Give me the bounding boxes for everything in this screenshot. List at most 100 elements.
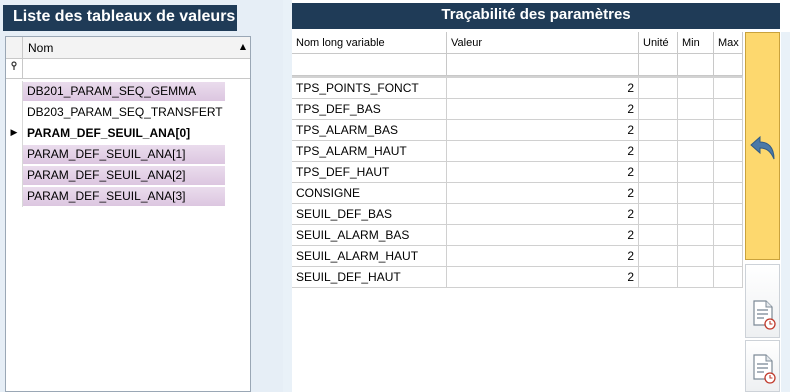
table-row[interactable]: SEUIL_DEF_HAUT 2 bbox=[292, 267, 743, 288]
table-row[interactable]: SEUIL_ALARM_BAS 2 bbox=[292, 225, 743, 246]
cell-min bbox=[678, 162, 714, 183]
cell-value[interactable]: 2 bbox=[447, 141, 639, 162]
list-item[interactable]: PARAM_DEF_SEUIL_ANA[2] bbox=[6, 165, 250, 186]
cell-name: TPS_DEF_BAS bbox=[292, 99, 447, 120]
filter-cell-min[interactable] bbox=[678, 54, 714, 76]
cell-value[interactable]: 2 bbox=[447, 162, 639, 183]
filter-cell-unit[interactable] bbox=[639, 54, 678, 76]
values-table-list-panel: Liste des tableaux de valeurs Nom ▲ DB20… bbox=[0, 0, 283, 392]
list-item[interactable]: PARAM_DEF_SEUIL_ANA[3] bbox=[6, 186, 250, 207]
cell-unit bbox=[639, 246, 678, 267]
cell-name: TPS_ALARM_BAS bbox=[292, 120, 447, 141]
grid-column-header: Nom ▲ bbox=[6, 37, 250, 59]
cell-value[interactable]: 2 bbox=[447, 78, 639, 99]
cell-min bbox=[678, 120, 714, 141]
cell-value[interactable]: 2 bbox=[447, 246, 639, 267]
filter-cell-max[interactable] bbox=[714, 54, 743, 76]
cell-unit bbox=[639, 225, 678, 246]
table-row[interactable]: SEUIL_ALARM_HAUT 2 bbox=[292, 246, 743, 267]
sort-ascending-icon[interactable]: ▲ bbox=[240, 42, 246, 51]
cell-name: TPS_ALARM_HAUT bbox=[292, 141, 447, 162]
cell-value[interactable]: 2 bbox=[447, 99, 639, 120]
list-item[interactable]: PARAM_DEF_SEUIL_ANA[1] bbox=[6, 144, 250, 165]
cell-value[interactable]: 2 bbox=[447, 183, 639, 204]
cell-name: SEUIL_DEF_BAS bbox=[292, 204, 447, 225]
column-header-name[interactable]: Nom long variable bbox=[292, 32, 447, 54]
cell-min bbox=[678, 204, 714, 225]
list-item-label: PARAM_DEF_SEUIL_ANA[1] bbox=[23, 145, 225, 164]
list-item[interactable]: DB203_PARAM_SEQ_TRANSFERT bbox=[6, 102, 250, 123]
cell-max bbox=[714, 246, 743, 267]
parameter-traceability-panel: Traçabilité des paramètres Nom long vari… bbox=[292, 0, 790, 392]
row-pointer-icon: ▶ bbox=[6, 123, 23, 144]
right-panel-title: Traçabilité des paramètres bbox=[292, 3, 780, 29]
left-panel-title: Liste des tableaux de valeurs bbox=[3, 5, 237, 31]
column-header-max[interactable]: Max bbox=[714, 32, 743, 54]
cell-max bbox=[714, 141, 743, 162]
cell-max bbox=[714, 225, 743, 246]
cell-unit bbox=[639, 204, 678, 225]
list-item-selected[interactable]: ▶ PARAM_DEF_SEUIL_ANA[0] bbox=[6, 123, 250, 144]
cell-max bbox=[714, 183, 743, 204]
history-button-2[interactable] bbox=[745, 340, 780, 392]
list-item[interactable]: DB201_PARAM_SEQ_GEMMA bbox=[6, 81, 250, 102]
table-row[interactable]: SEUIL_DEF_BAS 2 bbox=[292, 204, 743, 225]
cell-unit bbox=[639, 120, 678, 141]
filter-cell-name[interactable] bbox=[292, 54, 447, 76]
grid-filter-row[interactable] bbox=[6, 59, 250, 79]
values-table-grid[interactable]: Nom ▲ DB201_PARAM_SEQ_GEMMA DB203_PARAM_… bbox=[5, 36, 251, 392]
cell-unit bbox=[639, 267, 678, 288]
column-header-unit[interactable]: Unité bbox=[639, 32, 678, 54]
window-edge bbox=[781, 32, 790, 392]
list-item-label: PARAM_DEF_SEUIL_ANA[3] bbox=[23, 187, 225, 206]
cell-max bbox=[714, 204, 743, 225]
table-row[interactable]: TPS_ALARM_HAUT 2 bbox=[292, 141, 743, 162]
column-header-value[interactable]: Valeur bbox=[447, 32, 639, 54]
column-header-name[interactable]: Nom bbox=[28, 41, 53, 55]
cell-min bbox=[678, 141, 714, 162]
cell-value[interactable]: 2 bbox=[447, 120, 639, 141]
cell-min bbox=[678, 183, 714, 204]
cell-min bbox=[678, 225, 714, 246]
cell-name: TPS_POINTS_FONCT bbox=[292, 78, 447, 99]
column-header-min[interactable]: Min bbox=[678, 32, 714, 54]
cell-unit bbox=[639, 78, 678, 99]
table-row[interactable]: TPS_ALARM_BAS 2 bbox=[292, 120, 743, 141]
cell-name: SEUIL_DEF_HAUT bbox=[292, 267, 447, 288]
list-item-label: DB201_PARAM_SEQ_GEMMA bbox=[23, 82, 225, 101]
list-item-label: PARAM_DEF_SEUIL_ANA[0] bbox=[27, 126, 191, 140]
cell-value[interactable]: 2 bbox=[447, 204, 639, 225]
panel-splitter[interactable] bbox=[283, 0, 292, 392]
cell-name: TPS_DEF_HAUT bbox=[292, 162, 447, 183]
cell-unit bbox=[639, 183, 678, 204]
cell-max bbox=[714, 267, 743, 288]
cell-value[interactable]: 2 bbox=[447, 225, 639, 246]
table-row[interactable]: TPS_DEF_BAS 2 bbox=[292, 99, 743, 120]
table-row[interactable]: CONSIGNE 2 bbox=[292, 183, 743, 204]
back-button[interactable] bbox=[745, 32, 780, 260]
list-item-label: PARAM_DEF_SEUIL_ANA[2] bbox=[23, 166, 225, 185]
history-button-1[interactable] bbox=[745, 264, 780, 338]
cell-value[interactable]: 2 bbox=[447, 267, 639, 288]
filter-pin-icon bbox=[6, 59, 23, 79]
cell-unit bbox=[639, 162, 678, 183]
cell-min bbox=[678, 99, 714, 120]
cell-min bbox=[678, 246, 714, 267]
cell-max bbox=[714, 99, 743, 120]
cell-max bbox=[714, 78, 743, 99]
cell-unit bbox=[639, 99, 678, 120]
cell-min bbox=[678, 78, 714, 99]
list-item-label: DB203_PARAM_SEQ_TRANSFERT bbox=[27, 105, 223, 119]
cell-unit bbox=[639, 141, 678, 162]
row-selector-header bbox=[6, 37, 23, 59]
parameters-grid[interactable]: Nom long variable Valeur Unité Min Max T… bbox=[292, 32, 743, 392]
cell-max bbox=[714, 162, 743, 183]
filter-cell-value[interactable] bbox=[447, 54, 639, 76]
cell-name: CONSIGNE bbox=[292, 183, 447, 204]
table-row[interactable]: TPS_DEF_HAUT 2 bbox=[292, 162, 743, 183]
cell-name: SEUIL_ALARM_HAUT bbox=[292, 246, 447, 267]
document-history-icon bbox=[753, 300, 776, 330]
cell-max bbox=[714, 120, 743, 141]
back-arrow-icon bbox=[750, 135, 775, 160]
table-row[interactable]: TPS_POINTS_FONCT 2 bbox=[292, 78, 743, 99]
